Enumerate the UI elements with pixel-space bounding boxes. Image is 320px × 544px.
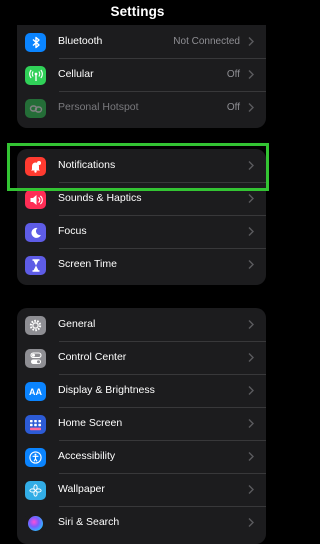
hourglass-icon xyxy=(25,256,46,275)
siri-orb-icon xyxy=(25,514,46,533)
cellular-antenna-icon xyxy=(25,66,46,85)
alerts-group: Notifications Sounds & Haptics Focus Scr… xyxy=(17,149,266,285)
row-personal-hotspot[interactable]: Personal Hotspot Off xyxy=(17,91,266,124)
chevron-right-icon xyxy=(248,70,254,79)
page-title: Settings xyxy=(110,4,165,19)
chevron-right-icon xyxy=(248,518,254,527)
chevron-right-icon xyxy=(248,37,254,46)
chevron-right-icon xyxy=(248,485,254,494)
chevron-right-icon xyxy=(248,260,254,269)
display-brightness-label: Display & Brightness xyxy=(58,384,155,396)
hotspot-chain-icon xyxy=(25,99,46,118)
row-control-center[interactable]: Control Center xyxy=(17,341,266,374)
chevron-right-icon xyxy=(248,227,254,236)
row-sounds-haptics[interactable]: Sounds & Haptics xyxy=(17,182,266,215)
chevron-right-icon xyxy=(248,194,254,203)
connectivity-group: Bluetooth Not Connected Cellular Off Per… xyxy=(17,25,266,128)
control-center-label: Control Center xyxy=(58,351,127,363)
flower-icon xyxy=(25,481,46,500)
text-size-icon: AA xyxy=(25,382,46,401)
bluetooth-label: Bluetooth xyxy=(58,35,103,47)
chevron-right-icon xyxy=(248,386,254,395)
wallpaper-label: Wallpaper xyxy=(58,483,105,495)
row-screen-time[interactable]: Screen Time xyxy=(17,248,266,281)
home-screen-label: Home Screen xyxy=(58,417,123,429)
screen-time-label: Screen Time xyxy=(58,258,117,270)
focus-label: Focus xyxy=(58,225,87,237)
sounds-haptics-label: Sounds & Haptics xyxy=(58,192,142,204)
general-label: General xyxy=(58,318,96,330)
chevron-right-icon xyxy=(248,452,254,461)
speaker-icon xyxy=(25,190,46,209)
row-siri-search[interactable]: Siri & Search xyxy=(17,506,266,539)
toggles-icon xyxy=(25,349,46,368)
chevron-right-icon xyxy=(248,320,254,329)
bluetooth-icon xyxy=(25,33,46,52)
cellular-label: Cellular xyxy=(58,68,94,80)
row-wallpaper[interactable]: Wallpaper xyxy=(17,473,266,506)
row-cellular[interactable]: Cellular Off xyxy=(17,58,266,91)
chevron-right-icon xyxy=(248,161,254,170)
row-bluetooth[interactable]: Bluetooth Not Connected xyxy=(17,25,266,58)
row-accessibility[interactable]: Accessibility xyxy=(17,440,266,473)
accessibility-label: Accessibility xyxy=(58,450,116,462)
row-home-screen[interactable]: Home Screen xyxy=(17,407,266,440)
system-group: General Control Center AA Display & Brig… xyxy=(17,308,266,544)
accessibility-person-icon xyxy=(25,448,46,467)
chevron-right-icon xyxy=(248,353,254,362)
chevron-right-icon xyxy=(248,103,254,112)
moon-icon xyxy=(25,223,46,242)
gear-icon xyxy=(25,316,46,335)
personal-hotspot-status: Off xyxy=(226,102,240,113)
row-general[interactable]: General xyxy=(17,308,266,341)
row-notifications[interactable]: Notifications xyxy=(17,149,266,182)
chevron-right-icon xyxy=(248,419,254,428)
bell-icon xyxy=(25,157,46,176)
notifications-label: Notifications xyxy=(58,159,116,171)
app-grid-icon xyxy=(25,415,46,434)
cellular-status: Off xyxy=(226,69,240,80)
siri-search-label: Siri & Search xyxy=(58,516,120,528)
row-focus[interactable]: Focus xyxy=(17,215,266,248)
bluetooth-status: Not Connected xyxy=(173,36,240,47)
personal-hotspot-label: Personal Hotspot xyxy=(58,101,139,113)
row-display-brightness[interactable]: AA Display & Brightness xyxy=(17,374,266,407)
